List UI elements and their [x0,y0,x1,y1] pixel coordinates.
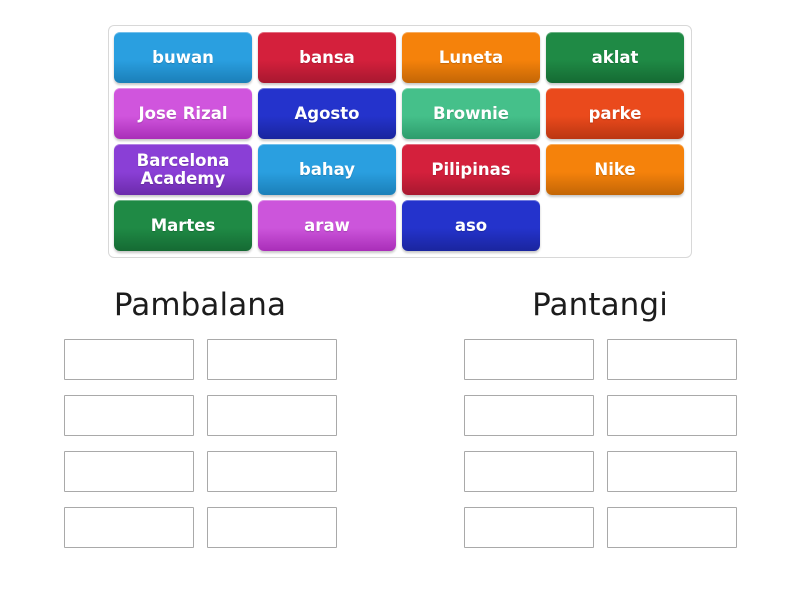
word-tile-label: Barcelona Academy [136,150,230,188]
word-tile-label: bahay [298,159,356,179]
drop-slot[interactable] [463,339,594,380]
drop-slot[interactable] [463,507,594,548]
category-group-pambalana: Pambalana [0,286,400,548]
drop-slot[interactable] [606,395,737,436]
word-tile[interactable]: Luneta [402,32,540,83]
word-tile-label: Agosto [294,103,360,123]
word-tile[interactable]: parke [546,88,684,139]
word-tile[interactable]: Agosto [258,88,396,139]
word-tile-label: Martes [150,215,216,235]
drop-slot[interactable] [606,451,737,492]
drop-slot[interactable] [63,451,194,492]
word-tile-label: Luneta [438,47,504,67]
word-tile-label: parke [588,103,642,123]
tile-row: Jose Rizal Agosto Brownie parke [114,88,686,139]
drop-slot[interactable] [606,339,737,380]
word-tile[interactable]: Pilipinas [402,144,540,195]
tile-rows: buwan bansa Luneta aklat Jose Rizal Agosto Bro… [114,32,686,251]
drop-slot[interactable] [63,507,194,548]
tile-empty-slot [546,200,684,251]
word-tile[interactable]: aklat [546,32,684,83]
word-tile-label: Pilipinas [431,159,511,179]
tile-row: buwan bansa Luneta aklat [114,32,686,83]
word-tile[interactable]: bahay [258,144,396,195]
word-tile[interactable]: buwan [114,32,252,83]
group-sort-activity: buwan bansa Luneta aklat Jose Rizal Agosto Bro… [0,0,800,600]
drop-slot[interactable] [63,395,194,436]
word-tile[interactable]: Nike [546,144,684,195]
word-tile[interactable]: aso [402,200,540,251]
word-tile-label: Brownie [433,103,509,123]
word-tile[interactable]: Martes [114,200,252,251]
drop-slot[interactable] [463,451,594,492]
word-tile[interactable]: bansa [258,32,396,83]
category-title-pantangi: Pantangi [532,287,668,323]
word-tile-label: Nike [594,159,636,179]
word-tile-pool: buwan bansa Luneta aklat Jose Rizal Agosto Bro… [108,25,692,258]
word-tile-label: bansa [299,47,355,67]
word-tile[interactable]: araw [258,200,396,251]
drop-slot[interactable] [63,339,194,380]
word-tile[interactable]: Jose Rizal [114,88,252,139]
drop-slot[interactable] [206,339,337,380]
drop-slot-grid [463,339,737,548]
word-tile-label: aklat [591,47,639,67]
word-tile[interactable]: Barcelona Academy [114,144,252,195]
drop-slot[interactable] [206,451,337,492]
drop-slot[interactable] [206,395,337,436]
drop-slot-grid [63,339,337,548]
word-tile-label: araw [304,215,350,235]
category-groups: Pambalana Pantangi [0,286,800,548]
word-tile-label: aso [454,215,488,235]
word-tile[interactable]: Brownie [402,88,540,139]
word-tile-label: buwan [152,47,214,67]
category-group-pantangi: Pantangi [400,286,800,548]
word-tile-label: Jose Rizal [138,103,228,123]
drop-slot[interactable] [606,507,737,548]
drop-slot[interactable] [206,507,337,548]
drop-slot[interactable] [463,395,594,436]
category-title-pambalana: Pambalana [113,287,287,323]
tile-row: Barcelona Academy bahay Pilipinas Nike [114,144,686,195]
tile-row: Martes araw aso [114,200,686,251]
